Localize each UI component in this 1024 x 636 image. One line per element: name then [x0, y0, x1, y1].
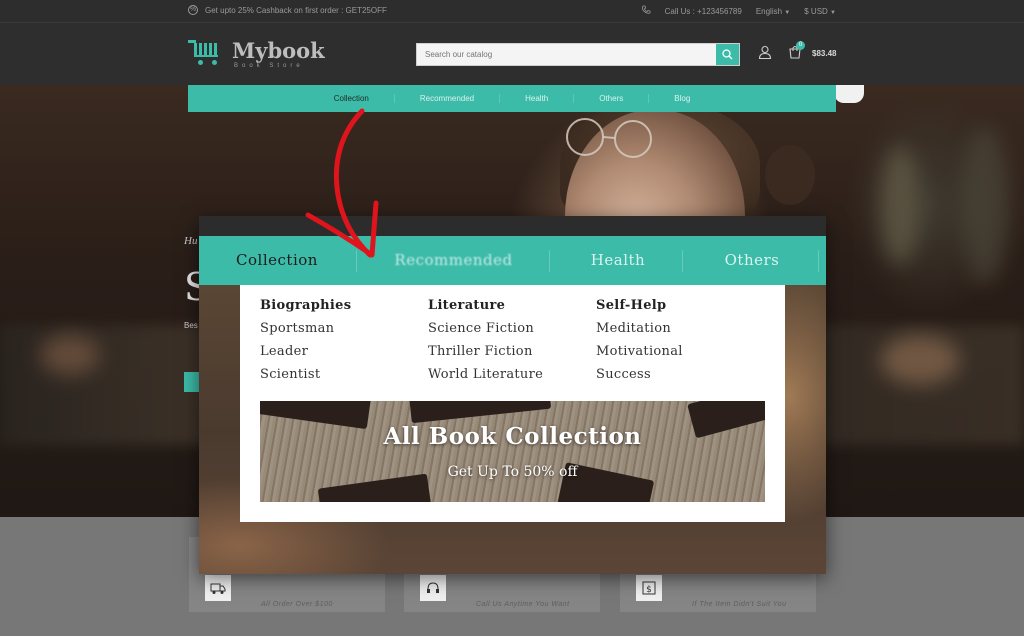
menu-column-biographies: Biographies Sportsman Leader Scientist: [260, 297, 351, 389]
menu-link[interactable]: Science Fiction: [428, 320, 543, 343]
cart-logo-icon: [188, 39, 228, 69]
chat-bubble: [834, 85, 864, 103]
menu-link[interactable]: Sportsman: [260, 320, 351, 343]
discount-icon: %: [188, 5, 198, 15]
menu-link[interactable]: Scientist: [260, 366, 351, 389]
currency-select[interactable]: $ USD ▼: [804, 7, 836, 16]
nav-health[interactable]: Health: [500, 94, 575, 103]
language-label: English: [755, 6, 783, 16]
nav-collection[interactable]: Collection: [309, 94, 395, 103]
main-nav: Collection Recommended Health Others Blo…: [188, 85, 836, 112]
nav-recommended[interactable]: Recommended: [395, 94, 501, 103]
logo-name: Mybook: [232, 38, 325, 63]
zoom-nav-recommended[interactable]: Recommended: [371, 236, 536, 285]
svg-text:$: $: [646, 585, 652, 595]
chevron-down-icon: ▼: [784, 9, 791, 16]
user-icon[interactable]: [758, 45, 772, 64]
hero-subtitle: Bes: [184, 321, 198, 330]
mega-menu-zoom: Collection Recommended Health Others Bio…: [199, 216, 826, 574]
site-header: Mybook Book Store 0 $83.48: [0, 22, 1024, 85]
call-us-text: Call Us : +123456789: [664, 6, 742, 16]
menu-heading[interactable]: Biographies: [260, 297, 351, 320]
feature-label: All Order Over $100: [261, 601, 333, 608]
menu-link[interactable]: World Literature: [428, 366, 543, 389]
logo-subtitle: Book Store: [234, 63, 304, 69]
menu-column-literature: Literature Science Fiction Thriller Fict…: [428, 297, 543, 389]
currency-label: $ USD: [804, 6, 828, 16]
chevron-down-icon: ▼: [830, 9, 836, 16]
top-bar-right: Call Us : +123456789 English ▼ $ USD ▼: [641, 5, 836, 17]
search-icon: [722, 49, 733, 60]
banner-subtitle: Get Up To 50% off: [447, 464, 578, 480]
menu-link[interactable]: Success: [596, 366, 683, 389]
promo-banner: % Get upto 25% Cashback on first order :…: [188, 5, 387, 15]
money-icon: $: [636, 575, 662, 601]
headset-icon: [420, 575, 446, 601]
phone-icon: [641, 5, 651, 17]
search-input[interactable]: [417, 44, 717, 65]
zoom-nav: Collection Recommended Health Others: [199, 236, 826, 285]
zoom-nav-health[interactable]: Health: [559, 236, 677, 285]
zoom-nav-others[interactable]: Others: [694, 236, 810, 285]
top-bar: % Get upto 25% Cashback on first order :…: [0, 0, 1024, 22]
menu-link[interactable]: Motivational: [596, 343, 683, 366]
menu-heading[interactable]: Self-Help: [596, 297, 683, 320]
language-select[interactable]: English ▼: [756, 7, 790, 16]
glasses-graphic: [566, 118, 652, 158]
hero-tagline: Hu: [184, 235, 198, 247]
banner-title: All Book Collection: [383, 423, 642, 450]
nav-others[interactable]: Others: [574, 94, 650, 103]
menu-link[interactable]: Thriller Fiction: [428, 343, 543, 366]
menu-column-self-help: Self-Help Meditation Motivational Succes…: [596, 297, 683, 389]
collection-banner[interactable]: All Book Collection Get Up To 50% off: [260, 401, 765, 502]
search-button[interactable]: [716, 44, 739, 65]
nav-blog[interactable]: Blog: [649, 94, 715, 103]
menu-heading[interactable]: Literature: [428, 297, 543, 320]
feature-label: If The Item Didn't Suit You: [692, 601, 787, 608]
menu-link[interactable]: Leader: [260, 343, 351, 366]
menu-link[interactable]: Meditation: [596, 320, 683, 343]
logo[interactable]: Mybook Book Store: [188, 39, 325, 69]
arrow-annotation-icon: [305, 108, 379, 258]
promo-text: Get upto 25% Cashback on first order : G…: [205, 5, 387, 15]
cart-total[interactable]: $83.48: [812, 49, 836, 58]
feature-label: Call Us Anytime You Want: [476, 601, 570, 608]
cart-count-badge: 0: [796, 41, 805, 50]
truck-icon: [205, 575, 231, 601]
search-bar: [416, 43, 740, 66]
mega-menu-panel: Biographies Sportsman Leader Scientist L…: [240, 285, 785, 522]
